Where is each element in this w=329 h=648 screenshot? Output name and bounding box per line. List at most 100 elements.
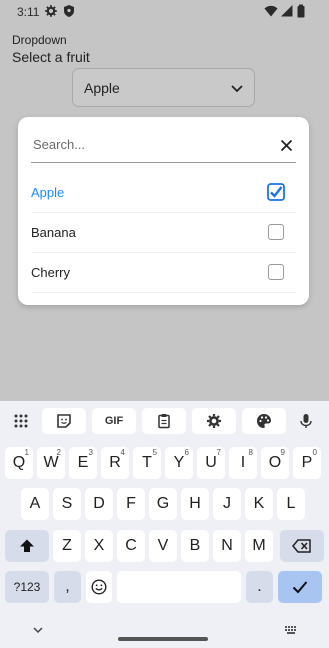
symbols-key[interactable]: ?123 (5, 571, 49, 603)
soft-keyboard: G I F ?123 , . Q 1 W 2 E 3 R 4 T 5 Y 6 U 7… (0, 401, 329, 648)
space-key[interactable] (117, 571, 241, 603)
close-icon[interactable] (280, 139, 293, 152)
key-label: P (301, 454, 313, 471)
key-g[interactable]: G (149, 488, 177, 520)
emoji-key[interactable] (86, 571, 112, 603)
key-label: O (268, 454, 282, 471)
key-label: C (125, 537, 137, 554)
key-hint: 4 (120, 448, 125, 457)
key-e[interactable]: E3 (69, 447, 97, 479)
signal-icon (281, 5, 293, 17)
key-hint: 9 (280, 448, 285, 457)
search-input[interactable] (33, 137, 263, 152)
key-v[interactable]: V (149, 530, 177, 562)
microphone-icon (300, 414, 312, 428)
key-hint: 5 (152, 448, 157, 457)
key-hint: 2 (56, 448, 61, 457)
period-key[interactable]: . (246, 571, 273, 603)
option-apple[interactable]: Apple (18, 173, 309, 213)
option-label: Cherry (31, 265, 71, 280)
checkbox-checked-icon[interactable] (267, 183, 285, 201)
key-hint: 8 (248, 448, 253, 457)
key-label: Y (173, 454, 185, 471)
key-d[interactable]: D (85, 488, 113, 520)
settings-button[interactable] (192, 408, 236, 434)
keyboard-switch-icon[interactable] (284, 625, 298, 635)
emoji-smile-icon (91, 579, 107, 595)
key-hint: 6 (184, 448, 189, 457)
app-title: Dropdown (12, 33, 67, 47)
key-k[interactable]: K (245, 488, 273, 520)
option-label: Apple (31, 185, 65, 200)
gear-icon (45, 5, 57, 17)
key-b[interactable]: B (181, 530, 209, 562)
key-label: U (205, 454, 217, 471)
key-label: F (126, 495, 136, 512)
key-hint: 1 (24, 448, 29, 457)
palette-icon (257, 414, 271, 428)
apps-grid-icon (14, 414, 28, 428)
chevron-down-icon[interactable] (32, 625, 44, 635)
fruit-dropdown[interactable]: Apple (72, 68, 255, 107)
search-row (31, 131, 296, 163)
settings-gear-icon (207, 414, 221, 428)
gif-button[interactable]: GIF (92, 408, 136, 434)
key-r[interactable]: R4 (101, 447, 129, 479)
key-o[interactable]: O9 (261, 447, 289, 479)
key-label: Q (12, 454, 26, 471)
key-t[interactable]: T5 (133, 447, 161, 479)
gif-icon: GIF (104, 415, 124, 427)
clipboard-button[interactable] (142, 408, 186, 434)
key-label: M (252, 537, 266, 554)
key-s[interactable]: S (53, 488, 81, 520)
wifi-icon (264, 5, 278, 17)
checkbox-unchecked[interactable] (268, 224, 284, 240)
key-n[interactable]: N (213, 530, 241, 562)
key-label: I (240, 454, 246, 471)
enter-key[interactable] (278, 571, 322, 603)
key-label: B (189, 537, 201, 554)
option-banana[interactable]: Banana (18, 213, 309, 253)
key-a[interactable]: A (21, 488, 49, 520)
status-bar: 3:11 (0, 0, 329, 24)
option-cherry[interactable]: Cherry (18, 253, 309, 293)
key-y[interactable]: Y6 (165, 447, 193, 479)
key-q[interactable]: Q1 (5, 447, 33, 479)
field-label: Select a fruit (12, 49, 90, 65)
key-l[interactable]: L (277, 488, 305, 520)
key-label: X (93, 537, 105, 554)
key-x[interactable]: X (85, 530, 113, 562)
shift-key[interactable] (5, 530, 49, 562)
key-c[interactable]: C (117, 530, 145, 562)
theme-button[interactable] (242, 408, 286, 434)
key-hint: 3 (88, 448, 93, 457)
key-label: S (61, 495, 73, 512)
sticker-button[interactable] (42, 408, 86, 434)
key-label: V (157, 537, 169, 554)
apps-grid-button[interactable] (7, 408, 35, 434)
option-label: Banana (31, 225, 76, 240)
key-p[interactable]: P0 (293, 447, 321, 479)
key-label: K (253, 495, 265, 512)
battery-icon (297, 4, 305, 18)
key-label: J (223, 495, 231, 512)
key-u[interactable]: U7 (197, 447, 225, 479)
key-j[interactable]: J (213, 488, 241, 520)
key-z[interactable]: Z (53, 530, 81, 562)
key-hint: 7 (216, 448, 221, 457)
key-label: Z (62, 537, 72, 554)
microphone-button[interactable] (294, 408, 318, 434)
key-f[interactable]: F (117, 488, 145, 520)
checkbox-unchecked[interactable] (268, 264, 284, 280)
key-i[interactable]: I8 (229, 447, 257, 479)
key-w[interactable]: W2 (37, 447, 65, 479)
key-label: H (189, 495, 201, 512)
key-hint: 0 (312, 448, 317, 457)
home-pill[interactable] (118, 637, 208, 641)
key-h[interactable]: H (181, 488, 209, 520)
backspace-key[interactable] (280, 530, 324, 562)
shift-arrow-icon (20, 539, 34, 552)
comma-key[interactable]: , (54, 571, 81, 603)
sticker-icon (57, 414, 71, 428)
key-m[interactable]: M (245, 530, 273, 562)
